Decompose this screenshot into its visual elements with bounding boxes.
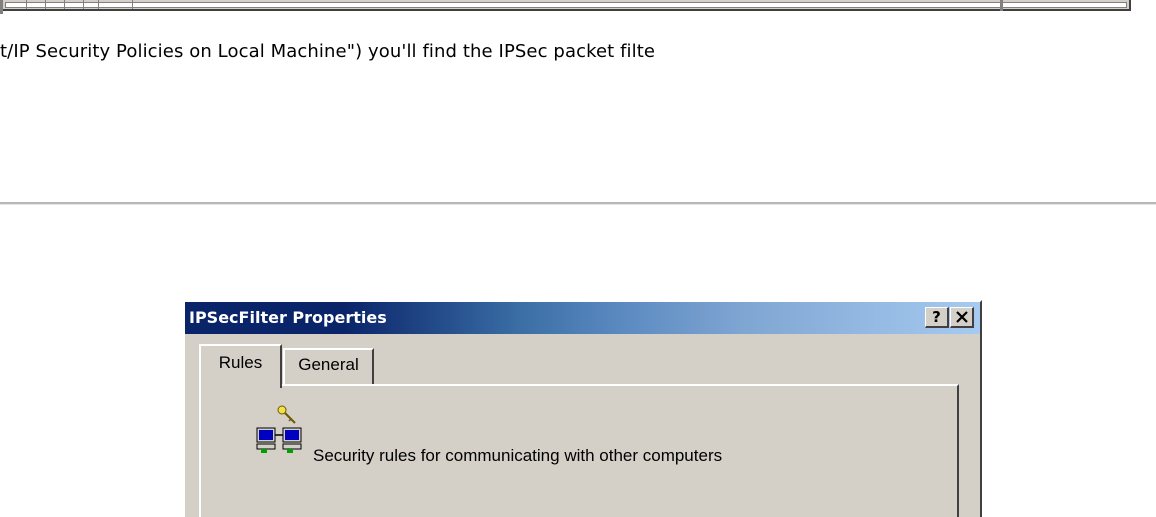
rules-tab-panel: Security rules for communicating with ot… [199, 384, 959, 517]
tab-general[interactable]: General [283, 348, 374, 384]
rules-description: Security rules for communicating with ot… [313, 446, 723, 465]
horizontal-rule [0, 202, 1156, 205]
ipsec-filter-properties-dialog: IPSecFilter Properties ? Rules General S… [183, 300, 982, 517]
help-button[interactable]: ? [925, 307, 949, 328]
cropped-control-strip [0, 0, 1132, 14]
close-icon [955, 311, 968, 323]
page: t/IP Security Policies on Local Machine"… [0, 0, 1156, 517]
tab-rules[interactable]: Rules [199, 344, 282, 388]
article-text: t/IP Security Policies on Local Machine"… [0, 41, 656, 62]
close-button[interactable] [950, 307, 974, 328]
tab-strip: Rules General [185, 334, 980, 388]
dialog-titlebar[interactable]: IPSecFilter Properties ? [185, 302, 980, 334]
dialog-title: IPSecFilter Properties [189, 308, 387, 327]
networked-computers-key-icon [256, 405, 302, 453]
